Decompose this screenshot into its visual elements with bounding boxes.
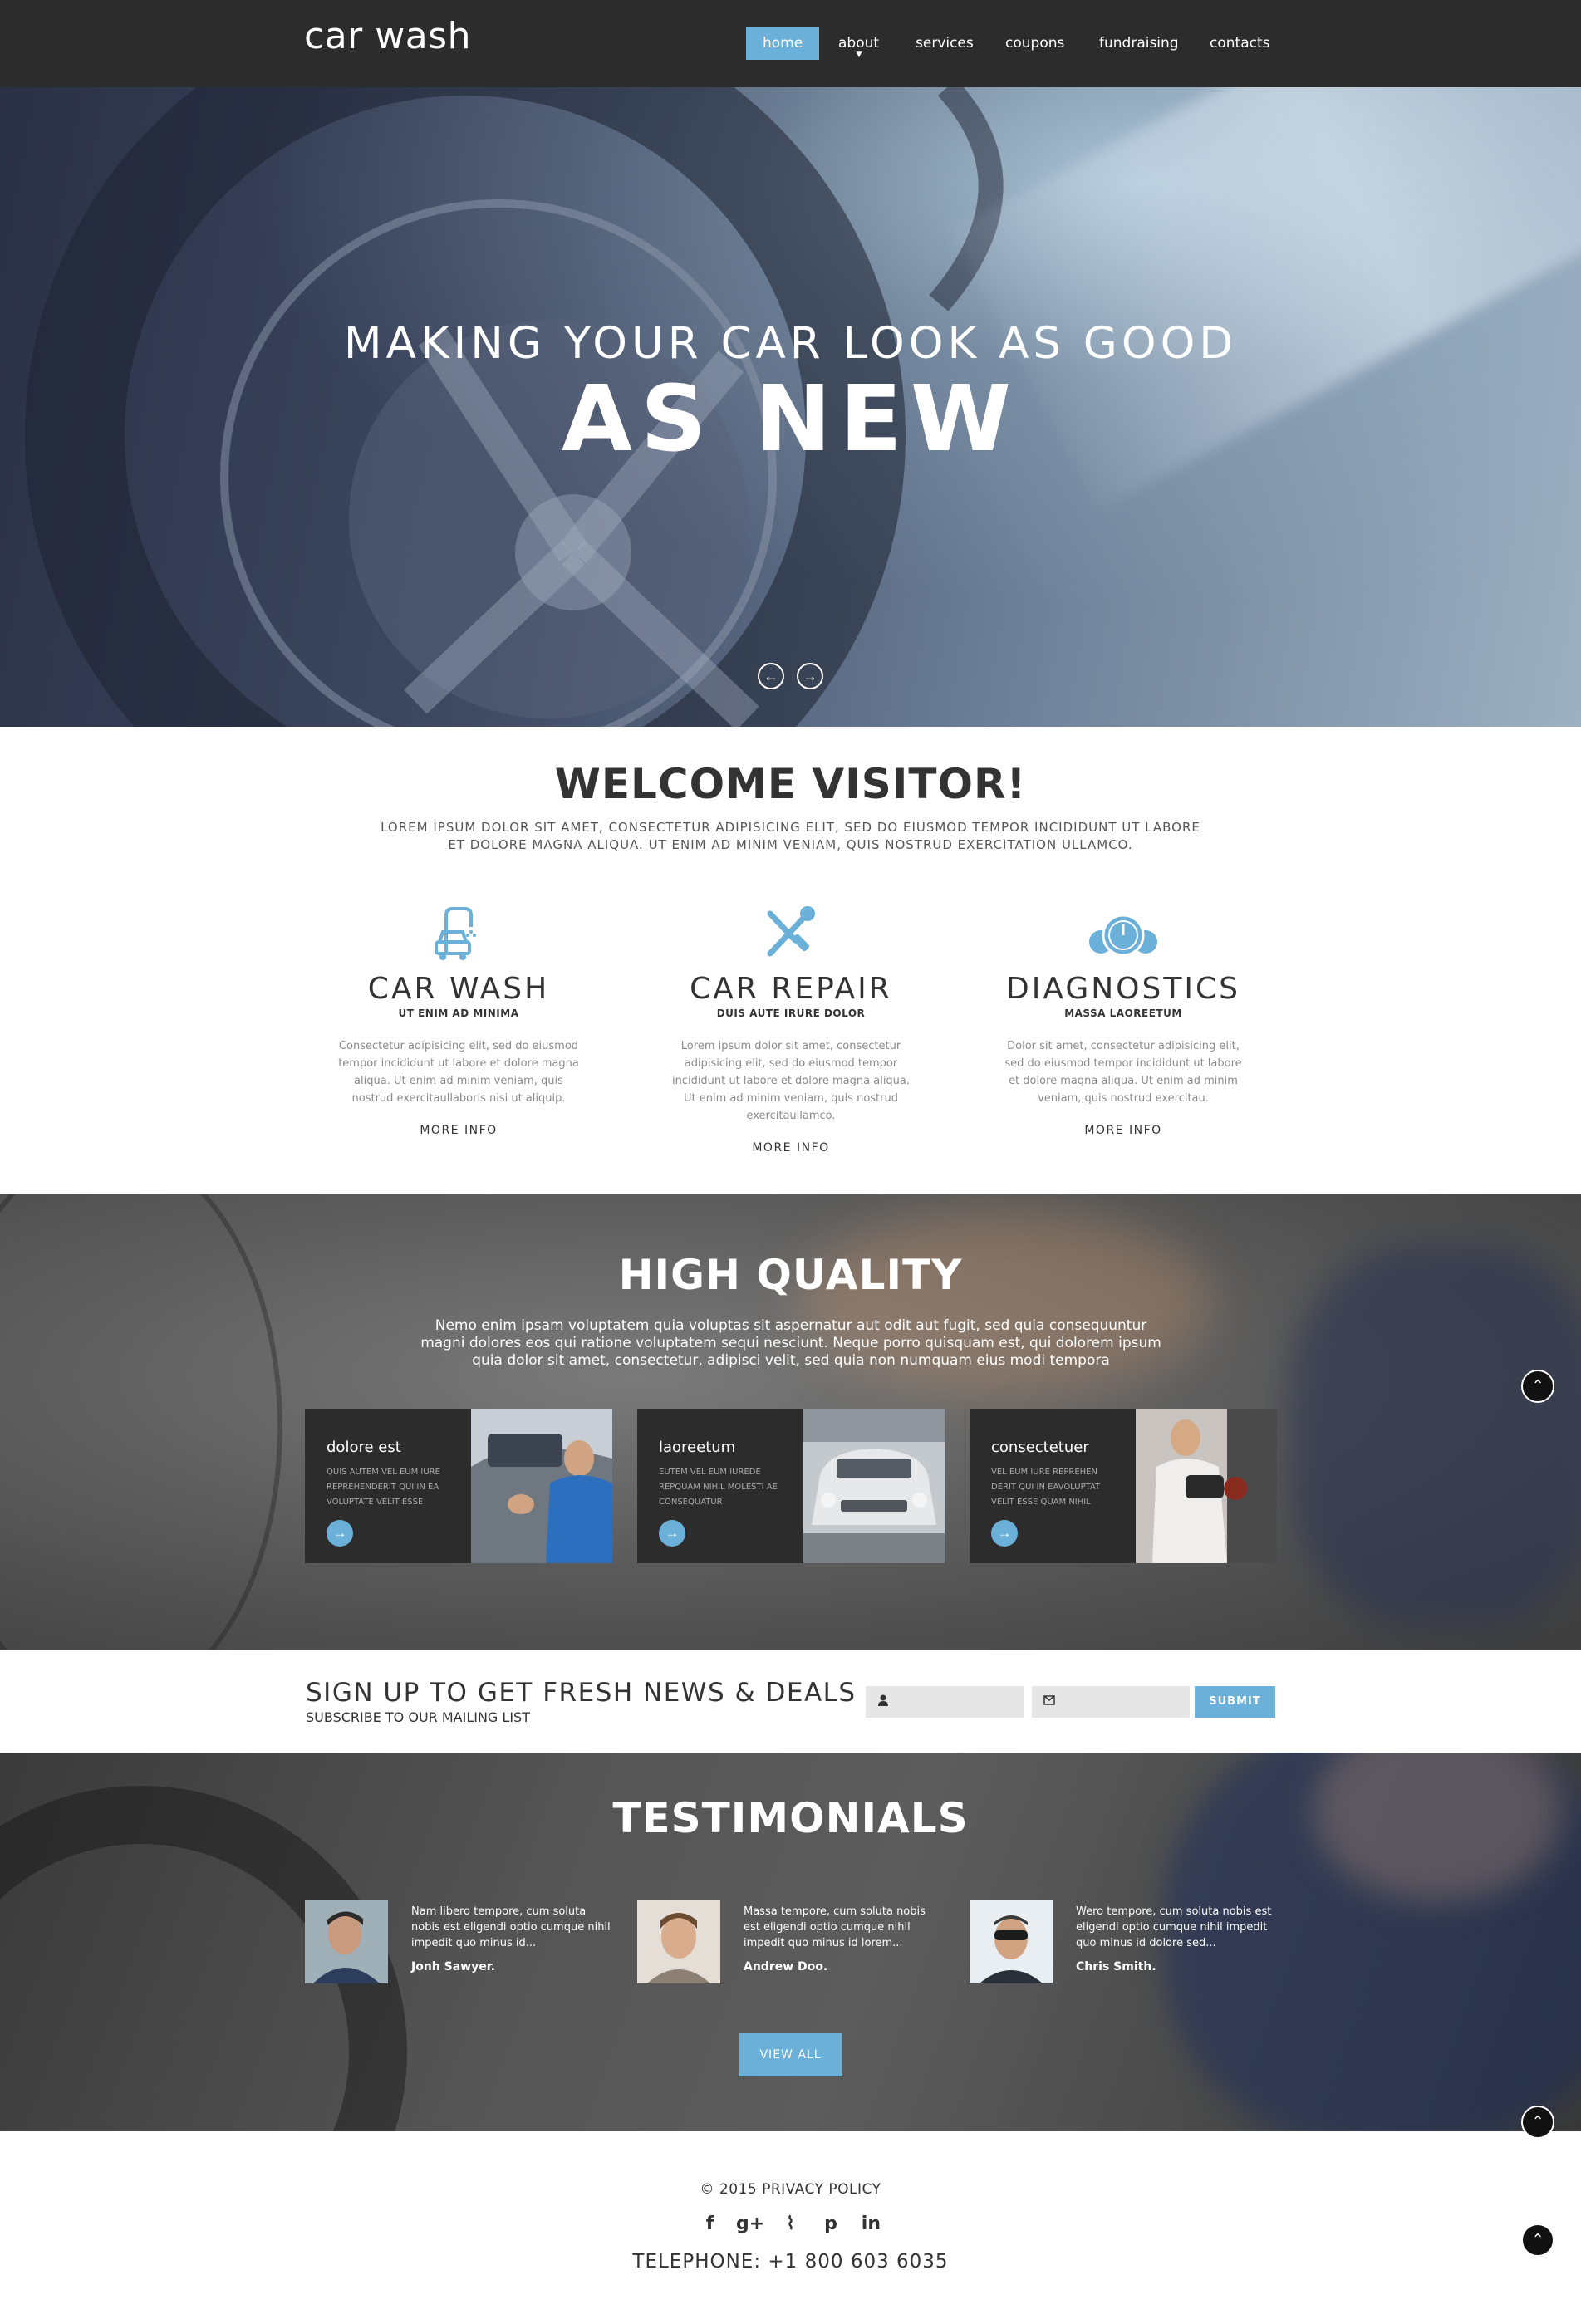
avatar xyxy=(637,1900,720,1983)
service-subtitle: MASSA LAOREETUM xyxy=(1064,1008,1182,1019)
logo[interactable]: car wash xyxy=(304,15,471,57)
car-wash-icon xyxy=(322,904,596,962)
arrow-right-icon[interactable]: → xyxy=(797,663,823,689)
testimonial-text: Nam libero tempore, cum soluta nobis est… xyxy=(411,1905,611,1949)
washing-car-photo xyxy=(471,1409,612,1563)
privacy-policy-link[interactable]: © 2015 PRIVACY POLICY xyxy=(0,2181,1581,2198)
feature-card: dolore est QUIS AUTEM VEL EUM IURE REPRE… xyxy=(305,1409,612,1563)
hero-slider: MAKING YOUR CAR LOOK AS GOOD AS NEW ← → xyxy=(0,87,1581,727)
nav-item-home[interactable]: home xyxy=(746,27,820,60)
card-title[interactable]: laoreetum xyxy=(659,1439,735,1456)
hero-title: AS NEW xyxy=(561,365,1020,472)
avatar xyxy=(305,1900,388,1983)
signup-subtitle: SUBSCRIBE TO OUR MAILING LIST xyxy=(306,1709,530,1725)
telephone: TELEPHONE: +1 800 603 6035 xyxy=(632,2251,949,2273)
name-field[interactable] xyxy=(866,1686,1024,1718)
testimonial-author: Andrew Doo. xyxy=(744,1960,828,1973)
service-text: Lorem ipsum dolor sit amet, consectetur … xyxy=(671,1040,911,1122)
service-car-wash: CAR WASH UT ENIM AD MINIMA Consectetur a… xyxy=(322,904,596,1137)
polishing-car-photo xyxy=(1136,1409,1277,1563)
testimonial-item: Wero tempore, cum soluta nobis est elige… xyxy=(970,1900,1277,1983)
service-subtitle: DUIS AUTE IRURE DOLOR xyxy=(716,1008,866,1019)
envelope-icon xyxy=(1043,1694,1055,1708)
testimonial-author: Jonh Sawyer. xyxy=(411,1960,495,1973)
arrow-left-icon[interactable]: ← xyxy=(758,663,784,689)
card-text: EUTEM VEL EUM IUREDE REPQUAM NIHIL MOLES… xyxy=(659,1468,778,1507)
signup-title: SIGN UP TO GET FRESH NEWS & DEALS xyxy=(306,1678,857,1708)
nav-item-about-label: about xyxy=(838,35,880,51)
testimonial-item: Massa tempore, cum soluta nobis est elig… xyxy=(637,1900,945,1983)
welcome-text: LOREM IPSUM DOLOR SIT AMET, CONSECTETUR … xyxy=(381,820,1200,852)
card-title[interactable]: dolore est xyxy=(327,1439,401,1456)
section-title: TESTIMONIALS xyxy=(612,1794,969,1842)
testimonial-author: Chris Smith. xyxy=(1076,1960,1156,1973)
view-all-button[interactable]: VIEW ALL xyxy=(739,2033,842,2076)
testimonial-text: Wero tempore, cum soluta nobis est elige… xyxy=(1076,1905,1272,1949)
nav-item-contacts[interactable]: contacts xyxy=(1210,27,1269,60)
submit-button[interactable]: SUBMIT xyxy=(1195,1686,1275,1718)
service-text: Consectetur adipisicing elit, sed do eiu… xyxy=(338,1040,579,1105)
gauges-icon xyxy=(986,904,1260,962)
hero-subtitle: MAKING YOUR CAR LOOK AS GOOD xyxy=(343,318,1238,369)
wrench-screwdriver-icon xyxy=(654,904,928,962)
facebook-icon[interactable]: f xyxy=(692,2214,729,2234)
testimonial-item: Nam libero tempore, cum soluta nobis est… xyxy=(305,1900,612,1983)
arrow-right-icon[interactable]: → xyxy=(327,1520,353,1547)
nav-item-coupons[interactable]: coupons xyxy=(1005,27,1064,60)
nav-item-about[interactable]: about ▼ xyxy=(838,27,879,60)
avatar xyxy=(970,1900,1053,1983)
high-quality-section: HIGH QUALITY Nemo enim ipsam voluptatem … xyxy=(0,1194,1581,1650)
car-front-spray-photo xyxy=(803,1409,945,1563)
service-car-repair: CAR REPAIR DUIS AUTE IRURE DOLOR Lorem i… xyxy=(654,904,928,1155)
chevron-down-icon: ▼ xyxy=(856,51,862,59)
user-icon xyxy=(877,1694,889,1709)
pinterest-icon[interactable]: p xyxy=(813,2214,849,2234)
service-title: CAR REPAIR xyxy=(690,972,892,1006)
chevron-up-icon[interactable]: ⌃ xyxy=(1521,2106,1554,2139)
testimonials-section: TESTIMONIALS Nam libero tempore, cum sol… xyxy=(0,1753,1581,2131)
more-info-link[interactable]: MORE INFO xyxy=(986,1124,1260,1137)
more-info-link[interactable]: MORE INFO xyxy=(322,1124,596,1137)
top-navigation: car wash home about ▼ services coupons f… xyxy=(0,0,1581,87)
service-text: Dolor sit amet, consectetur adipisicing … xyxy=(1004,1040,1242,1105)
nav-item-services[interactable]: services xyxy=(916,27,974,60)
background-photo xyxy=(1288,1244,1581,1626)
service-title: DIAGNOSTICS xyxy=(1006,972,1240,1006)
service-diagnostics: DIAGNOSTICS MASSA LAOREETUM Dolor sit am… xyxy=(986,904,1260,1137)
card-title[interactable]: consectetuer xyxy=(991,1439,1089,1456)
service-title: CAR WASH xyxy=(367,972,550,1006)
email-field[interactable] xyxy=(1032,1686,1190,1718)
testimonial-text: Massa tempore, cum soluta nobis est elig… xyxy=(744,1905,926,1949)
arrow-right-icon[interactable]: → xyxy=(991,1520,1018,1547)
feature-card: laoreetum EUTEM VEL EUM IUREDE REPQUAM N… xyxy=(637,1409,945,1563)
chevron-up-icon[interactable]: ⌃ xyxy=(1521,1370,1554,1403)
section-title: HIGH QUALITY xyxy=(618,1251,963,1299)
newsletter-signup: SIGN UP TO GET FRESH NEWS & DEALS SUBSCR… xyxy=(0,1650,1581,1753)
section-text: Nemo enim ipsam voluptatem quia voluptas… xyxy=(420,1317,1161,1369)
feature-card: consectetuer VEL EUM IURE REPREHEN DERIT… xyxy=(970,1409,1277,1563)
google-plus-icon[interactable]: g+ xyxy=(732,2214,768,2234)
card-text: VEL EUM IURE REPREHEN DERIT QUI IN EAVOL… xyxy=(991,1468,1101,1507)
linkedin-icon[interactable]: in xyxy=(852,2214,889,2234)
arrow-right-icon[interactable]: → xyxy=(659,1520,685,1547)
chevron-up-icon[interactable]: ⌃ xyxy=(1521,2223,1554,2257)
welcome-title: WELCOME VISITOR! xyxy=(554,760,1027,808)
rss-icon[interactable]: ⌇ xyxy=(773,2214,809,2234)
social-links: f g+ ⌇ p in xyxy=(0,2214,1581,2234)
card-text: QUIS AUTEM VEL EUM IURE REPREHENDERIT QU… xyxy=(327,1468,440,1507)
service-subtitle: UT ENIM AD MINIMA xyxy=(398,1008,519,1019)
more-info-link[interactable]: MORE INFO xyxy=(654,1141,928,1155)
nav-item-fundraising[interactable]: fundraising xyxy=(1099,27,1179,60)
